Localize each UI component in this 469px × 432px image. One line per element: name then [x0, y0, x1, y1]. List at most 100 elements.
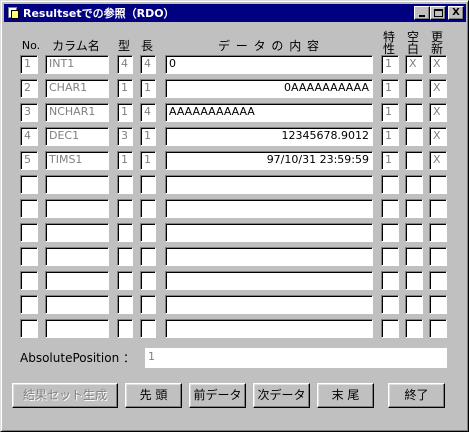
attribute-cell[interactable] — [381, 271, 399, 290]
attribute-cell[interactable] — [381, 199, 399, 218]
no-cell[interactable]: 5 — [20, 151, 38, 170]
attribute-cell[interactable] — [381, 175, 399, 194]
update-cell[interactable]: X — [429, 127, 447, 146]
blank-cell[interactable] — [405, 247, 423, 266]
update-cell[interactable]: X — [429, 103, 447, 122]
length-cell[interactable]: 1 — [140, 151, 156, 170]
column-name-cell[interactable] — [45, 319, 109, 338]
length-cell[interactable] — [140, 319, 156, 338]
attribute-cell[interactable] — [381, 223, 399, 242]
column-name-cell[interactable] — [45, 199, 109, 218]
attribute-cell[interactable]: 1 — [381, 151, 399, 170]
length-cell[interactable] — [140, 199, 156, 218]
no-cell[interactable] — [20, 247, 38, 266]
last-button[interactable]: 末 尾 — [317, 383, 374, 408]
blank-cell[interactable] — [405, 295, 423, 314]
blank-cell[interactable]: X — [405, 55, 423, 74]
attribute-cell[interactable] — [381, 295, 399, 314]
update-cell[interactable] — [429, 223, 447, 242]
column-name-cell[interactable] — [45, 223, 109, 242]
blank-cell[interactable] — [405, 319, 423, 338]
attribute-cell[interactable]: 1 — [381, 79, 399, 98]
data-content-input[interactable] — [165, 271, 373, 290]
blank-cell[interactable] — [405, 103, 423, 122]
update-cell[interactable] — [429, 175, 447, 194]
create-resultset-button[interactable]: 結果セット生成 — [12, 383, 118, 408]
attribute-cell[interactable] — [381, 247, 399, 266]
length-cell[interactable] — [140, 271, 156, 290]
update-cell[interactable]: X — [429, 55, 447, 74]
no-cell[interactable]: 1 — [20, 55, 38, 74]
data-content-input[interactable]: AAAAAAAAAAA — [165, 103, 373, 122]
close-button[interactable]: X — [448, 6, 464, 20]
update-cell[interactable]: X — [429, 151, 447, 170]
column-name-cell[interactable] — [45, 271, 109, 290]
data-content-input[interactable]: 97/10/31 23:59:59 — [165, 151, 373, 170]
type-cell[interactable]: 1 — [117, 103, 133, 122]
data-content-input[interactable] — [165, 295, 373, 314]
length-cell[interactable]: 1 — [140, 127, 156, 146]
no-cell[interactable] — [20, 319, 38, 338]
blank-cell[interactable] — [405, 127, 423, 146]
type-cell[interactable] — [117, 295, 133, 314]
no-cell[interactable]: 2 — [20, 79, 38, 98]
type-cell[interactable] — [117, 223, 133, 242]
length-cell[interactable]: 4 — [140, 55, 156, 74]
attribute-cell[interactable]: 1 — [381, 127, 399, 146]
column-name-cell[interactable]: DEC1 — [45, 127, 109, 146]
length-cell[interactable] — [140, 175, 156, 194]
length-cell[interactable] — [140, 295, 156, 314]
attribute-cell[interactable]: 1 — [381, 55, 399, 74]
length-cell[interactable] — [140, 223, 156, 242]
next-button[interactable]: 次データ — [253, 383, 310, 408]
no-cell[interactable] — [20, 175, 38, 194]
data-content-input[interactable]: 0 — [165, 55, 373, 74]
update-cell[interactable] — [429, 247, 447, 266]
no-cell[interactable]: 3 — [20, 103, 38, 122]
data-content-input[interactable] — [165, 199, 373, 218]
update-cell[interactable] — [429, 199, 447, 218]
length-cell[interactable]: 1 — [140, 79, 156, 98]
column-name-cell[interactable]: NCHAR1 — [45, 103, 109, 122]
no-cell[interactable]: 4 — [20, 127, 38, 146]
blank-cell[interactable] — [405, 151, 423, 170]
update-cell[interactable] — [429, 295, 447, 314]
type-cell[interactable] — [117, 247, 133, 266]
column-name-cell[interactable]: TIMS1 — [45, 151, 109, 170]
blank-cell[interactable] — [405, 199, 423, 218]
first-button[interactable]: 先 頭 — [125, 383, 182, 408]
type-cell[interactable]: 1 — [117, 79, 133, 98]
attribute-cell[interactable] — [381, 319, 399, 338]
update-cell[interactable]: X — [429, 79, 447, 98]
update-cell[interactable] — [429, 271, 447, 290]
app-icon[interactable] — [6, 6, 20, 20]
type-cell[interactable]: 3 — [117, 127, 133, 146]
length-cell[interactable] — [140, 247, 156, 266]
length-cell[interactable]: 4 — [140, 103, 156, 122]
data-content-input[interactable] — [165, 223, 373, 242]
data-content-input[interactable] — [165, 247, 373, 266]
exit-button[interactable]: 終了 — [388, 383, 445, 408]
blank-cell[interactable] — [405, 223, 423, 242]
type-cell[interactable] — [117, 271, 133, 290]
column-name-cell[interactable]: CHAR1 — [45, 79, 109, 98]
data-content-input[interactable]: 12345678.9012 — [165, 127, 373, 146]
update-cell[interactable] — [429, 319, 447, 338]
column-name-cell[interactable] — [45, 295, 109, 314]
blank-cell[interactable] — [405, 271, 423, 290]
type-cell[interactable]: 1 — [117, 151, 133, 170]
data-content-input[interactable] — [165, 175, 373, 194]
no-cell[interactable] — [20, 295, 38, 314]
blank-cell[interactable] — [405, 79, 423, 98]
attribute-cell[interactable]: 1 — [381, 103, 399, 122]
no-cell[interactable] — [20, 223, 38, 242]
type-cell[interactable] — [117, 319, 133, 338]
column-name-cell[interactable] — [45, 175, 109, 194]
no-cell[interactable] — [20, 199, 38, 218]
previous-button[interactable]: 前データ — [189, 383, 246, 408]
data-content-input[interactable] — [165, 319, 373, 338]
column-name-cell[interactable] — [45, 247, 109, 266]
type-cell[interactable]: 4 — [117, 55, 133, 74]
type-cell[interactable] — [117, 175, 133, 194]
no-cell[interactable] — [20, 271, 38, 290]
